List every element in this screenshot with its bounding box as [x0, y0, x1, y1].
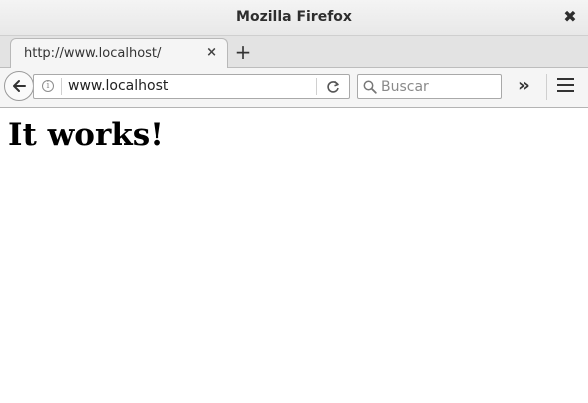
tab-strip: http://www.localhost/ ×	[0, 36, 588, 68]
hamburger-menu-icon[interactable]	[556, 78, 576, 96]
tab-localhost[interactable]: http://www.localhost/ ×	[10, 38, 228, 68]
page-content: It works!	[0, 108, 588, 403]
url-text[interactable]: www.localhost	[68, 78, 168, 94]
url-separator	[61, 78, 62, 95]
page-heading: It works!	[8, 117, 164, 153]
window-titlebar: Mozilla Firefox ✖	[0, 0, 588, 36]
new-tab-button[interactable]: +	[233, 40, 253, 64]
back-button[interactable]	[4, 71, 34, 101]
reload-separator	[316, 78, 317, 95]
search-input[interactable]	[381, 77, 496, 96]
reload-icon[interactable]	[325, 79, 341, 95]
address-bar[interactable]: i www.localhost	[33, 74, 350, 99]
search-bar[interactable]	[357, 74, 502, 99]
navigation-toolbar: i www.localhost »	[0, 68, 588, 108]
window-title: Mozilla Firefox	[236, 9, 352, 25]
back-arrow-icon	[13, 80, 26, 92]
tab-close-icon[interactable]: ×	[206, 45, 217, 60]
info-icon[interactable]: i	[42, 80, 54, 92]
overflow-chevron-button[interactable]: »	[512, 76, 536, 98]
window-close-button[interactable]: ✖	[560, 7, 580, 27]
search-icon	[363, 80, 377, 94]
tab-label: http://www.localhost/	[24, 46, 162, 61]
toolbar-separator	[546, 74, 547, 100]
